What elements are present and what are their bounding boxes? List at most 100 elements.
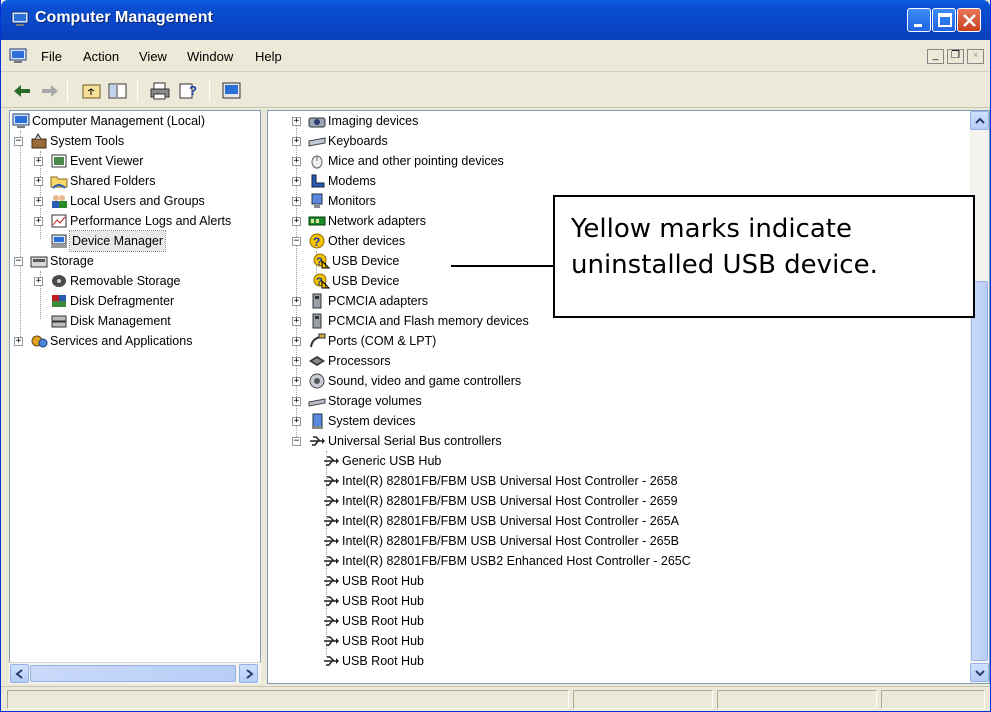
up-folder-icon[interactable]: [81, 81, 103, 101]
usb-icon: [324, 596, 339, 606]
device-label: USB Device: [332, 274, 400, 288]
mdi-close-button[interactable]: ×: [967, 49, 984, 64]
expand-icon[interactable]: +: [292, 337, 301, 346]
expand-icon[interactable]: +: [292, 217, 301, 226]
menu-help[interactable]: Help: [255, 49, 282, 64]
device-label: Monitors: [328, 194, 376, 208]
storage-volume-icon: [308, 398, 326, 407]
back-arrow-icon[interactable]: [11, 81, 33, 101]
toolbar-separator: [67, 80, 68, 102]
scroll-down-button[interactable]: [970, 663, 989, 682]
camera-icon: [308, 117, 326, 128]
tree-label: Disk Defragmenter: [70, 294, 175, 308]
warning-unknown-device-icon: ?!: [313, 253, 330, 270]
scroll-right-button[interactable]: [239, 664, 258, 683]
device-label: Imaging devices: [328, 114, 419, 128]
device-label: PCMCIA and Flash memory devices: [328, 314, 529, 328]
status-panel: [7, 690, 569, 709]
menu-file[interactable]: File: [41, 49, 62, 64]
scroll-thumb[interactable]: [971, 281, 988, 661]
device-label: USB Device: [332, 254, 400, 268]
expand-icon[interactable]: +: [34, 217, 43, 226]
help-icon[interactable]: ?: [177, 81, 199, 101]
shared-folder-icon: [50, 176, 68, 189]
menu-window[interactable]: Window: [187, 49, 233, 64]
callout-pointer-line: [451, 265, 553, 267]
services-applications-icon: [31, 335, 48, 348]
expand-icon[interactable]: +: [34, 277, 43, 286]
toolbar-separator: [137, 80, 138, 102]
expand-icon[interactable]: +: [292, 117, 301, 126]
callout-text: Yellow marks indicate uninstalled USB de…: [571, 211, 878, 283]
device-label: Keyboards: [328, 134, 388, 148]
properties-icon[interactable]: [221, 81, 243, 101]
users-icon: [52, 195, 67, 208]
menu-view[interactable]: View: [139, 49, 167, 64]
expand-icon[interactable]: +: [292, 357, 301, 366]
print-icon[interactable]: [149, 81, 171, 101]
computer-management-window: Computer Management File Action View Win…: [0, 0, 991, 712]
maximize-button[interactable]: [932, 8, 956, 32]
menu-action[interactable]: Action: [83, 49, 119, 64]
device-label: USB Root Hub: [342, 654, 424, 668]
tree-horizontal-scrollbar[interactable]: [9, 662, 261, 684]
expand-icon[interactable]: +: [292, 137, 301, 146]
processor-icon: [309, 356, 325, 366]
scroll-up-button[interactable]: [970, 111, 989, 130]
forward-arrow-icon[interactable]: [39, 81, 61, 101]
device-label: Intel(R) 82801FB/FBM USB2 Enhanced Host …: [342, 554, 691, 568]
expand-icon[interactable]: +: [34, 177, 43, 186]
device-label: Modems: [328, 174, 376, 188]
console-tree-pane[interactable]: Computer Management (Local) − System Too…: [9, 110, 261, 684]
expand-icon[interactable]: +: [292, 297, 301, 306]
svg-text:!: !: [325, 264, 327, 270]
expand-icon[interactable]: +: [34, 197, 43, 206]
toolbar-separator: [209, 80, 210, 102]
collapse-icon[interactable]: −: [292, 237, 301, 246]
unknown-device-icon: ?: [309, 233, 325, 249]
expand-icon[interactable]: +: [292, 317, 301, 326]
svg-text:?: ?: [189, 83, 197, 98]
computer-management-icon[interactable]: [9, 48, 27, 64]
tree-line: [20, 131, 21, 339]
expand-icon[interactable]: +: [292, 397, 301, 406]
expand-icon[interactable]: +: [292, 417, 301, 426]
collapse-icon[interactable]: −: [14, 257, 23, 266]
tree-label: Event Viewer: [70, 154, 144, 168]
expand-icon[interactable]: +: [292, 177, 301, 186]
mdi-minimize-button[interactable]: _: [927, 49, 944, 64]
computer-management-icon: [12, 113, 30, 128]
collapse-icon[interactable]: −: [292, 437, 301, 446]
device-label: Processors: [328, 354, 391, 368]
title-bar[interactable]: Computer Management: [1, 0, 990, 40]
expand-icon[interactable]: +: [34, 157, 43, 166]
tree-label: Computer Management (Local): [32, 114, 205, 128]
performance-logs-icon: [51, 214, 67, 228]
callout-line-1: Yellow marks indicate: [571, 214, 852, 244]
chevron-right-icon: [246, 669, 254, 679]
scroll-thumb[interactable]: [30, 665, 236, 682]
status-panel: [881, 690, 985, 709]
tree-label: Disk Management: [70, 314, 171, 328]
expand-icon[interactable]: +: [292, 377, 301, 386]
scroll-left-button[interactable]: [10, 664, 29, 683]
monitor-icon: [311, 193, 323, 208]
device-label: USB Root Hub: [342, 594, 424, 608]
expand-icon[interactable]: +: [14, 337, 23, 346]
tree-label: Performance Logs and Alerts: [70, 214, 232, 228]
usb-icon: [324, 476, 339, 486]
event-viewer-icon: [51, 154, 67, 168]
mdi-restore-button[interactable]: ❐: [947, 49, 964, 64]
expand-icon[interactable]: +: [292, 157, 301, 166]
device-label: PCMCIA adapters: [328, 294, 429, 308]
show-hide-tree-icon[interactable]: [107, 81, 129, 101]
chevron-down-icon: [975, 670, 985, 677]
close-button[interactable]: [957, 8, 981, 32]
expand-icon[interactable]: +: [292, 197, 301, 206]
usb-icon: [324, 616, 339, 626]
pcmcia-card-icon: [312, 293, 322, 309]
minimize-button[interactable]: [907, 8, 931, 32]
collapse-icon[interactable]: −: [14, 137, 23, 146]
status-panel: [573, 690, 713, 709]
removable-storage-icon: [52, 275, 66, 287]
